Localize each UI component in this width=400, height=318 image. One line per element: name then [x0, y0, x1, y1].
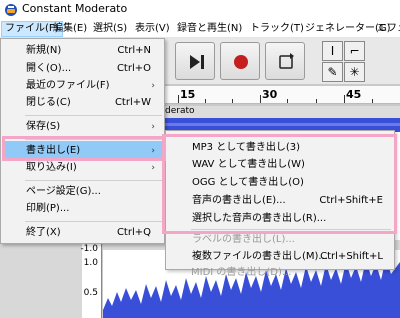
shortcut-label: Ctrl+Q — [116, 227, 151, 238]
file-menu-dropdown: 新規(N) Ctrl+N 開く(O)... Ctrl+O 最近のファイル(F) … — [0, 38, 165, 244]
submenu-item-export-selected[interactable]: 選択した音声の書き出し(R)... — [167, 209, 393, 229]
loop-icon — [279, 53, 294, 69]
menu-edit[interactable]: 編集(E) — [50, 21, 90, 37]
submenu-item-label: 音声の書き出し(E)... — [192, 195, 286, 206]
menu-item-label: 取り込み(I) — [26, 162, 77, 173]
menu-item-label: 閉じる(C) — [26, 97, 71, 108]
menu-effect[interactable]: エフェク — [374, 21, 400, 37]
submenu-item-export-audio[interactable]: 音声の書き出し(E)... Ctrl+Shift+E — [167, 191, 393, 211]
ruler-tick — [205, 99, 206, 103]
menu-item-label: 終了(X) — [26, 227, 61, 238]
menu-item-label: 新規(N) — [26, 45, 62, 56]
ruler-tick — [344, 95, 345, 103]
selection-tool-button[interactable]: I — [322, 41, 343, 61]
submenu-item-export-midi: MIDI の書き出し(D)... — [166, 263, 392, 283]
submenu-arrow-icon: › — [151, 122, 155, 132]
menu-item-new[interactable]: 新規(N) Ctrl+N — [2, 41, 163, 61]
menu-separator — [25, 221, 162, 222]
skip-to-end-button[interactable] — [175, 42, 215, 80]
menu-bar: ファイル(F) 編集(E) 選択(S) 表示(V) 録音と再生(N) トラック(… — [0, 19, 400, 38]
record-icon — [234, 55, 248, 69]
title-bar: Constant Moderato — [0, 0, 400, 19]
menu-separator — [25, 180, 162, 181]
ruler-tick — [178, 95, 179, 103]
submenu-item-label: MIDI の書き出し(D)... — [191, 267, 292, 278]
menu-item-save[interactable]: 保存(S) › — [2, 117, 163, 137]
ruler-label-45: 45 — [346, 88, 362, 101]
shortcut-label: Ctrl+Shift+E — [319, 195, 383, 206]
vertical-scale: -1.0 1.0 0.5 — [80, 240, 102, 318]
multi-tool-icon: ✳ — [349, 65, 360, 79]
ruler-tick — [232, 99, 233, 103]
ruler-tick — [287, 99, 288, 103]
menu-view[interactable]: 表示(V) — [132, 21, 173, 37]
submenu-arrow-icon: › — [151, 163, 155, 173]
ruler-label-30: 30 — [262, 88, 278, 101]
ruler-label-15: 15 — [180, 88, 196, 101]
audacity-app-icon — [5, 4, 17, 16]
menu-tracks[interactable]: トラック(T) — [247, 21, 307, 37]
menu-separator — [25, 139, 162, 140]
loop-button[interactable] — [265, 42, 305, 80]
submenu-item-label: 選択した音声の書き出し(R)... — [192, 213, 327, 224]
submenu-item-export-wav[interactable]: WAV として書き出し(W) — [167, 155, 393, 175]
track-control-panel[interactable] — [0, 240, 82, 318]
shortcut-label: Ctrl+N — [117, 45, 151, 56]
submenu-item-label: OGG として書き出し(O) — [192, 177, 304, 188]
submenu-item-export-ogg[interactable]: OGG として書き出し(O) — [167, 173, 393, 193]
menu-item-import[interactable]: 取り込み(I) › — [2, 158, 163, 178]
skip-to-end-icon — [190, 55, 204, 69]
menu-item-close[interactable]: 閉じる(C) Ctrl+W — [2, 93, 163, 113]
menu-item-print[interactable]: 印刷(P)... — [2, 199, 163, 219]
ruler-tick — [260, 95, 261, 103]
envelope-icon: ⌐ — [349, 44, 360, 58]
menu-item-exit[interactable]: 終了(X) Ctrl+Q — [2, 223, 163, 243]
draw-tool-button[interactable]: ✎ — [322, 62, 343, 82]
envelope-tool-button[interactable]: ⌐ — [344, 41, 365, 61]
ruler-tick — [316, 99, 317, 103]
ruler-tick — [372, 99, 373, 103]
i-beam-icon: I — [330, 44, 335, 58]
scale-label-1: 1.0 — [83, 258, 98, 268]
menu-separator — [25, 115, 162, 116]
menu-item-label: 保存(S) — [26, 121, 61, 132]
export-submenu: MP3 として書き出し(3) WAV として書き出し(W) OGG として書き出… — [165, 130, 395, 270]
menu-select[interactable]: 選択(S) — [90, 21, 130, 37]
window-title: Constant Moderato — [22, 2, 128, 15]
scale-label-neg1: -1.0 — [80, 244, 98, 254]
record-button[interactable] — [220, 42, 260, 80]
shortcut-label: Ctrl+W — [114, 97, 151, 108]
pencil-icon: ✎ — [327, 65, 338, 79]
scale-label-half: 0.5 — [83, 288, 98, 298]
track-title-bar[interactable] — [165, 106, 400, 118]
tools-toolbar: I ⌐ ✎ ✳ — [316, 40, 400, 82]
menu-item-label: 印刷(P)... — [26, 203, 70, 214]
multi-tool-button[interactable]: ✳ — [344, 62, 365, 82]
submenu-item-label: WAV として書き出し(W) — [192, 159, 305, 170]
menu-transport[interactable]: 録音と再生(N) — [174, 21, 245, 37]
track-name: derato — [165, 106, 195, 116]
